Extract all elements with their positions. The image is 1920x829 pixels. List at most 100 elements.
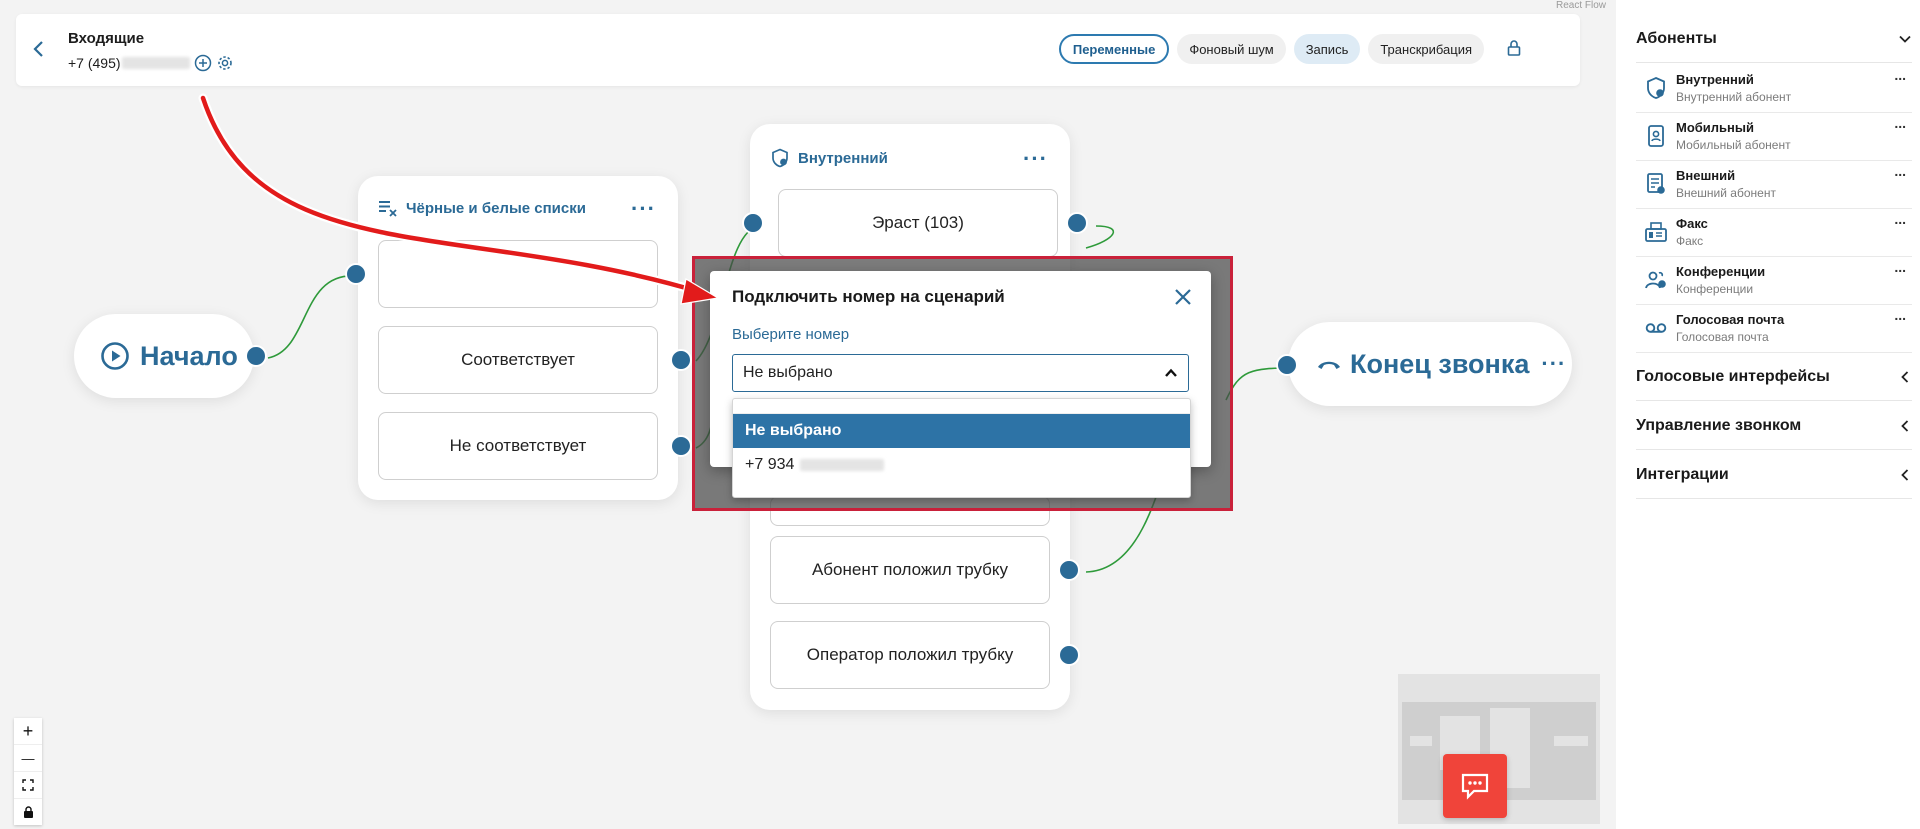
option-phone-number[interactable]: +7 934 [733, 448, 1190, 482]
sidebar-item-fax[interactable]: Факс Факс ... [1636, 208, 1912, 257]
internal-subscriber-hangup-option[interactable]: Абонент положил трубку [770, 536, 1050, 604]
fax-icon [1645, 222, 1667, 242]
end-node-menu-dots[interactable]: ··· [1541, 353, 1566, 375]
internal-node-menu-dots[interactable]: ··· [1023, 148, 1048, 170]
sidebar-item-subtitle: Конференции [1676, 282, 1754, 296]
lists-node-title: Чёрные и белые списки [406, 199, 586, 217]
section-voice-interfaces[interactable]: Голосовые интерфейсы [1636, 354, 1912, 401]
record-button[interactable]: Запись [1293, 34, 1361, 64]
fit-view-button[interactable] [14, 772, 42, 799]
sidebar-item-subtitle: Мобильный абонент [1676, 138, 1791, 152]
mobile-icon [1648, 125, 1664, 147]
sidebar-item-internal[interactable]: Внутренний Внутренний абонент ... [1636, 64, 1912, 113]
chevron-left-icon [1901, 469, 1909, 481]
sidebar-item-name: Конференции [1676, 264, 1766, 279]
lists-option-empty[interactable] [378, 240, 658, 308]
lock-view-button[interactable] [14, 799, 42, 825]
chevron-left-icon [1901, 420, 1909, 432]
padlock-icon [23, 806, 33, 818]
section-subscribers-title: Абоненты [1636, 30, 1717, 47]
sidebar-item-subtitle: Внешний абонент [1676, 186, 1776, 200]
sidebar-item-name: Внешний [1676, 168, 1736, 183]
internal-node-title: Внутренний [798, 149, 888, 167]
close-icon[interactable] [1173, 287, 1193, 307]
sidebar-item-external[interactable]: Внешний Внешний абонент ... [1636, 160, 1912, 209]
sidebar-item-subtitle: Голосовая почта [1676, 330, 1769, 344]
back-arrow-icon[interactable] [28, 38, 50, 60]
redacted-phone-digits [121, 57, 190, 69]
sidebar-item-name: Мобильный [1676, 120, 1754, 135]
end-target-handle[interactable] [1276, 354, 1298, 376]
transcription-button[interactable]: Транскрибация [1368, 34, 1484, 64]
internal-operator-handle[interactable] [1066, 212, 1088, 234]
internal-operator-option[interactable]: Эраст (103) [778, 189, 1058, 257]
item-menu-dots[interactable]: ... [1894, 163, 1906, 179]
section-subscribers[interactable]: Абоненты [1636, 16, 1912, 63]
lists-option-match[interactable]: Соответствует [378, 326, 658, 394]
number-field-label: Выберите номер [732, 326, 850, 343]
fit-view-icon [22, 779, 34, 791]
chevron-left-icon [1901, 371, 1909, 383]
chevron-down-icon [1899, 35, 1911, 43]
chat-support-button[interactable] [1443, 754, 1507, 818]
item-menu-dots[interactable]: ... [1894, 259, 1906, 275]
options-search-strip [733, 399, 1190, 414]
shield-user-icon [772, 148, 788, 168]
zoom-out-button[interactable]: — [14, 745, 42, 772]
dialog-title: Подключить номер на сценарий [732, 287, 1005, 306]
redacted-option-digits [800, 459, 885, 471]
sidebar-item-name: Внутренний [1676, 72, 1754, 87]
internal-subscriber-hangup-handle[interactable] [1058, 559, 1080, 581]
section-integrations-title: Интеграции [1636, 466, 1729, 483]
chat-bubble-icon [1461, 773, 1489, 800]
lists-target-handle[interactable] [345, 263, 367, 285]
item-menu-dots[interactable]: ... [1894, 307, 1906, 323]
sidebar-item-conference[interactable]: Конференции Конференции ... [1636, 256, 1912, 305]
section-voice-interfaces-title: Голосовые интерфейсы [1636, 368, 1830, 385]
section-integrations[interactable]: Интеграции [1636, 452, 1912, 499]
external-icon [1647, 173, 1665, 194]
flow-canvas[interactable]: React Flow Входящие +7 (495) Переменные … [0, 0, 1608, 829]
item-menu-dots[interactable]: ... [1894, 115, 1906, 131]
header-toolbar: Переменные Фоновый шум Запись Транскриба… [1058, 34, 1484, 64]
chevron-up-icon [1165, 368, 1177, 377]
lock-icon[interactable] [1504, 38, 1524, 58]
number-select[interactable]: Не выбрано [732, 354, 1189, 392]
voicemail-icon [1645, 323, 1667, 333]
settings-gear-icon[interactable] [216, 54, 234, 72]
option-not-selected[interactable]: Не выбрано [733, 414, 1190, 448]
internal-operator-hangup-option[interactable]: Оператор положил трубку [770, 621, 1050, 689]
internal-target-handle[interactable] [742, 212, 764, 234]
zoom-in-button[interactable]: + [14, 718, 42, 745]
number-options-list: Не выбрано +7 934 [732, 398, 1191, 498]
sidebar-item-mobile[interactable]: Мобильный Мобильный абонент ... [1636, 112, 1912, 161]
sidebar-item-voicemail[interactable]: Голосовая почта Голосовая почта ... [1636, 304, 1912, 353]
lists-option-no-match[interactable]: Не соответствует [378, 412, 658, 480]
lists-no-match-handle[interactable] [670, 435, 692, 457]
hangup-phone-icon [1318, 361, 1340, 369]
option-phone-text: +7 934 [745, 456, 795, 473]
conference-icon [1645, 271, 1666, 289]
end-call-node[interactable]: Конец звонка ··· [1288, 322, 1572, 406]
scenario-title: Входящие [68, 30, 145, 47]
internal-operator-hangup-handle[interactable] [1058, 644, 1080, 666]
add-number-plus-icon[interactable] [194, 54, 212, 72]
background-noise-button[interactable]: Фоновый шум [1177, 34, 1286, 64]
section-call-control[interactable]: Управление звонком [1636, 403, 1912, 450]
item-menu-dots[interactable]: ... [1894, 67, 1906, 83]
variables-button[interactable]: Переменные [1058, 34, 1170, 64]
scenario-phone: +7 (495) [68, 55, 121, 71]
react-flow-attribution[interactable]: React Flow [1556, 0, 1606, 11]
sidebar-item-name: Факс [1676, 216, 1708, 231]
lists-node-menu-dots[interactable]: ··· [631, 198, 656, 220]
filter-list-icon [379, 201, 397, 217]
sidebar-item-name: Голосовая почта [1676, 312, 1785, 327]
black-white-lists-node[interactable]: Чёрные и белые списки ··· Соответствует … [358, 176, 678, 500]
lists-match-handle[interactable] [670, 349, 692, 371]
sidebar-item-subtitle: Факс [1676, 234, 1704, 248]
item-menu-dots[interactable]: ... [1894, 211, 1906, 227]
scenario-header: Входящие +7 (495) Переменные Фоновый шум… [16, 14, 1580, 86]
lists-node-header: Чёрные и белые списки [378, 198, 586, 218]
start-node[interactable]: Начало [74, 314, 254, 398]
start-source-handle[interactable] [245, 345, 267, 367]
